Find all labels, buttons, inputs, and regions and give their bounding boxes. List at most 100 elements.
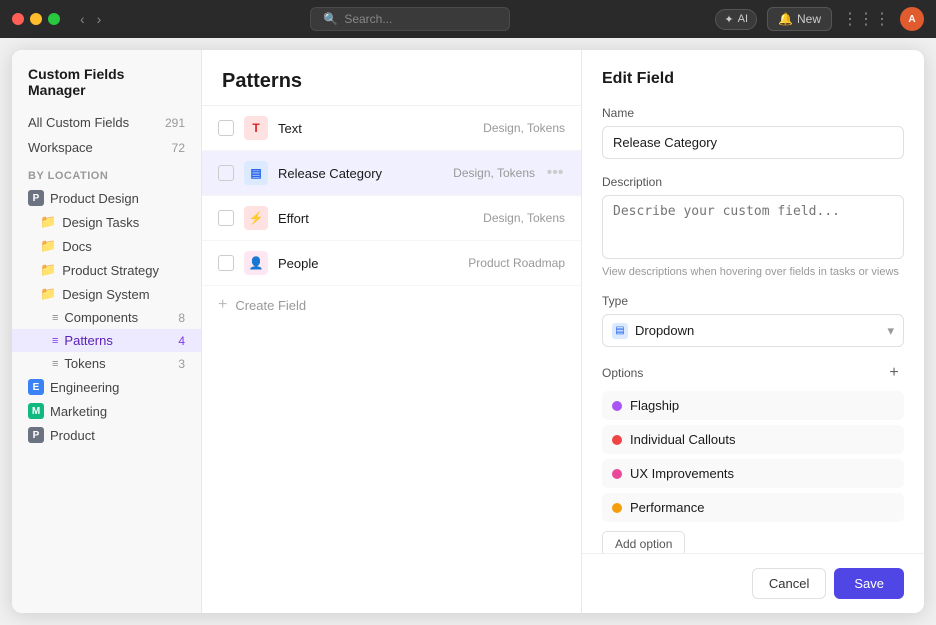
sidebar-item-product-design[interactable]: P Product Design xyxy=(12,186,201,210)
save-button[interactable]: Save xyxy=(834,568,904,599)
field-checkbox-effort[interactable] xyxy=(218,210,234,226)
content-area: Patterns T Text Design, Tokens ▤ Release… xyxy=(202,50,924,613)
form-group-description: Description View descriptions when hover… xyxy=(602,175,904,278)
search-box[interactable]: 🔍 Search... xyxy=(310,7,510,31)
sidebar-item-marketing[interactable]: M Marketing xyxy=(12,399,201,423)
sidebar-item-product-strategy[interactable]: 📁 Product Strategy xyxy=(12,258,201,282)
design-system-label: Design System xyxy=(62,287,149,302)
sidebar-title: Custom Fields Manager xyxy=(12,66,201,110)
option-item-performance[interactable]: Performance xyxy=(602,493,904,522)
maximize-button[interactable] xyxy=(48,13,60,25)
product-design-label: Product Design xyxy=(50,191,139,206)
option-text-individual-callouts: Individual Callouts xyxy=(630,432,894,447)
option-dot-ux xyxy=(612,469,622,479)
create-field-button[interactable]: + Create Field xyxy=(202,286,581,324)
avatar[interactable]: A xyxy=(900,7,924,31)
tokens-label: Tokens xyxy=(64,356,105,371)
field-checkbox-release[interactable] xyxy=(218,165,234,181)
option-text-flagship: Flagship xyxy=(630,398,894,413)
description-textarea[interactable] xyxy=(602,195,904,259)
field-name-effort: Effort xyxy=(278,211,473,226)
components-count: 8 xyxy=(178,311,185,325)
forward-button[interactable]: › xyxy=(93,9,106,29)
product-design-icon: P xyxy=(28,190,44,206)
sidebar-item-docs[interactable]: 📁 Docs xyxy=(12,234,201,258)
sidebar-item-design-tasks[interactable]: 📁 Design Tasks xyxy=(12,210,201,234)
option-text-ux-improvements: UX Improvements xyxy=(630,466,894,481)
close-button[interactable] xyxy=(12,13,24,25)
sidebar: Custom Fields Manager All Custom Fields … xyxy=(12,50,202,613)
engineering-label: Engineering xyxy=(50,380,119,395)
field-type-icon-text: T xyxy=(244,116,268,140)
fields-title: Patterns xyxy=(222,70,561,93)
option-dot-flagship xyxy=(612,401,622,411)
list-icon-patterns: ≡ xyxy=(52,335,58,347)
ai-label: AI xyxy=(738,13,748,25)
patterns-count: 4 xyxy=(178,334,185,348)
sidebar-item-engineering[interactable]: E Engineering xyxy=(12,375,201,399)
new-button[interactable]: 🔔 New xyxy=(767,7,832,31)
sidebar-item-design-system[interactable]: 📁 Design System xyxy=(12,282,201,306)
option-item-individual-callouts[interactable]: Individual Callouts xyxy=(602,425,904,454)
fields-list: T Text Design, Tokens ▤ Release Category… xyxy=(202,106,581,613)
description-label: Description xyxy=(602,175,904,189)
marketing-label: Marketing xyxy=(50,404,107,419)
traffic-lights xyxy=(12,13,60,25)
cancel-button[interactable]: Cancel xyxy=(752,568,826,599)
field-row-people[interactable]: 👤 People Product Roadmap xyxy=(202,241,581,286)
sidebar-item-all-custom-fields[interactable]: All Custom Fields 291 xyxy=(12,110,201,135)
tokens-count: 3 xyxy=(178,357,185,371)
option-dot-individual xyxy=(612,435,622,445)
marketing-icon: M xyxy=(28,403,44,419)
app-body: Custom Fields Manager All Custom Fields … xyxy=(0,38,936,625)
fields-panel: Patterns T Text Design, Tokens ▤ Release… xyxy=(202,50,582,613)
sidebar-item-product[interactable]: P Product xyxy=(12,423,201,447)
field-checkbox-text[interactable] xyxy=(218,120,234,136)
field-type-icon-people: 👤 xyxy=(244,251,268,275)
engineering-icon: E xyxy=(28,379,44,395)
components-label: Components xyxy=(64,310,138,325)
ai-badge[interactable]: ✦ AI xyxy=(715,9,757,30)
form-group-type: Type ▤ Dropdown Text People Date ▾ xyxy=(602,294,904,347)
list-icon-components: ≡ xyxy=(52,312,58,324)
create-field-label: Create Field xyxy=(235,298,306,313)
type-select[interactable]: Dropdown Text People Date xyxy=(602,314,904,347)
option-item-ux-improvements[interactable]: UX Improvements xyxy=(602,459,904,488)
field-tags-effort: Design, Tokens xyxy=(483,211,565,225)
sidebar-item-patterns[interactable]: ≡ Patterns 4 xyxy=(12,329,201,352)
titlebar-search-area: 🔍 Search... xyxy=(113,7,707,31)
name-input[interactable] xyxy=(602,126,904,159)
sidebar-item-workspace[interactable]: Workspace 72 xyxy=(12,135,201,160)
option-item-flagship[interactable]: Flagship xyxy=(602,391,904,420)
search-placeholder: Search... xyxy=(344,12,392,26)
field-row-effort[interactable]: ⚡ Effort Design, Tokens xyxy=(202,196,581,241)
folder-icon: 📁 xyxy=(40,214,56,230)
edit-section: Edit Field Name Description View descrip… xyxy=(582,50,924,613)
edit-panel-body: Edit Field Name Description View descrip… xyxy=(582,50,924,553)
workspace-label: Workspace xyxy=(28,140,93,155)
name-label: Name xyxy=(602,106,904,120)
folder-icon-strategy: 📁 xyxy=(40,262,56,278)
sidebar-item-tokens[interactable]: ≡ Tokens 3 xyxy=(12,352,201,375)
field-more-release[interactable]: ••• xyxy=(545,164,565,182)
options-add-button[interactable]: + xyxy=(884,363,904,383)
add-option-button[interactable]: Add option xyxy=(602,531,685,553)
field-checkbox-people[interactable] xyxy=(218,255,234,271)
description-hint: View descriptions when hovering over fie… xyxy=(602,266,904,278)
back-button[interactable]: ‹ xyxy=(76,9,89,29)
panel-footer: Cancel Save xyxy=(582,553,924,613)
field-row-release-category[interactable]: ▤ Release Category Design, Tokens ••• xyxy=(202,151,581,196)
field-row-text[interactable]: T Text Design, Tokens xyxy=(202,106,581,151)
type-select-wrapper: ▤ Dropdown Text People Date ▾ xyxy=(602,314,904,347)
minimize-button[interactable] xyxy=(30,13,42,25)
nav-buttons: ‹ › xyxy=(76,9,105,29)
workspace-count: 72 xyxy=(172,141,185,155)
folder-icon-design-system: 📁 xyxy=(40,286,56,302)
sidebar-item-components[interactable]: ≡ Components 8 xyxy=(12,306,201,329)
main-window: Custom Fields Manager All Custom Fields … xyxy=(12,50,924,613)
field-tags-text: Design, Tokens xyxy=(483,121,565,135)
by-location-label: BY LOCATION xyxy=(12,160,201,186)
search-icon: 🔍 xyxy=(323,12,338,26)
ai-icon: ✦ xyxy=(724,13,733,26)
grid-icon[interactable]: ⋮⋮⋮ xyxy=(842,9,890,29)
